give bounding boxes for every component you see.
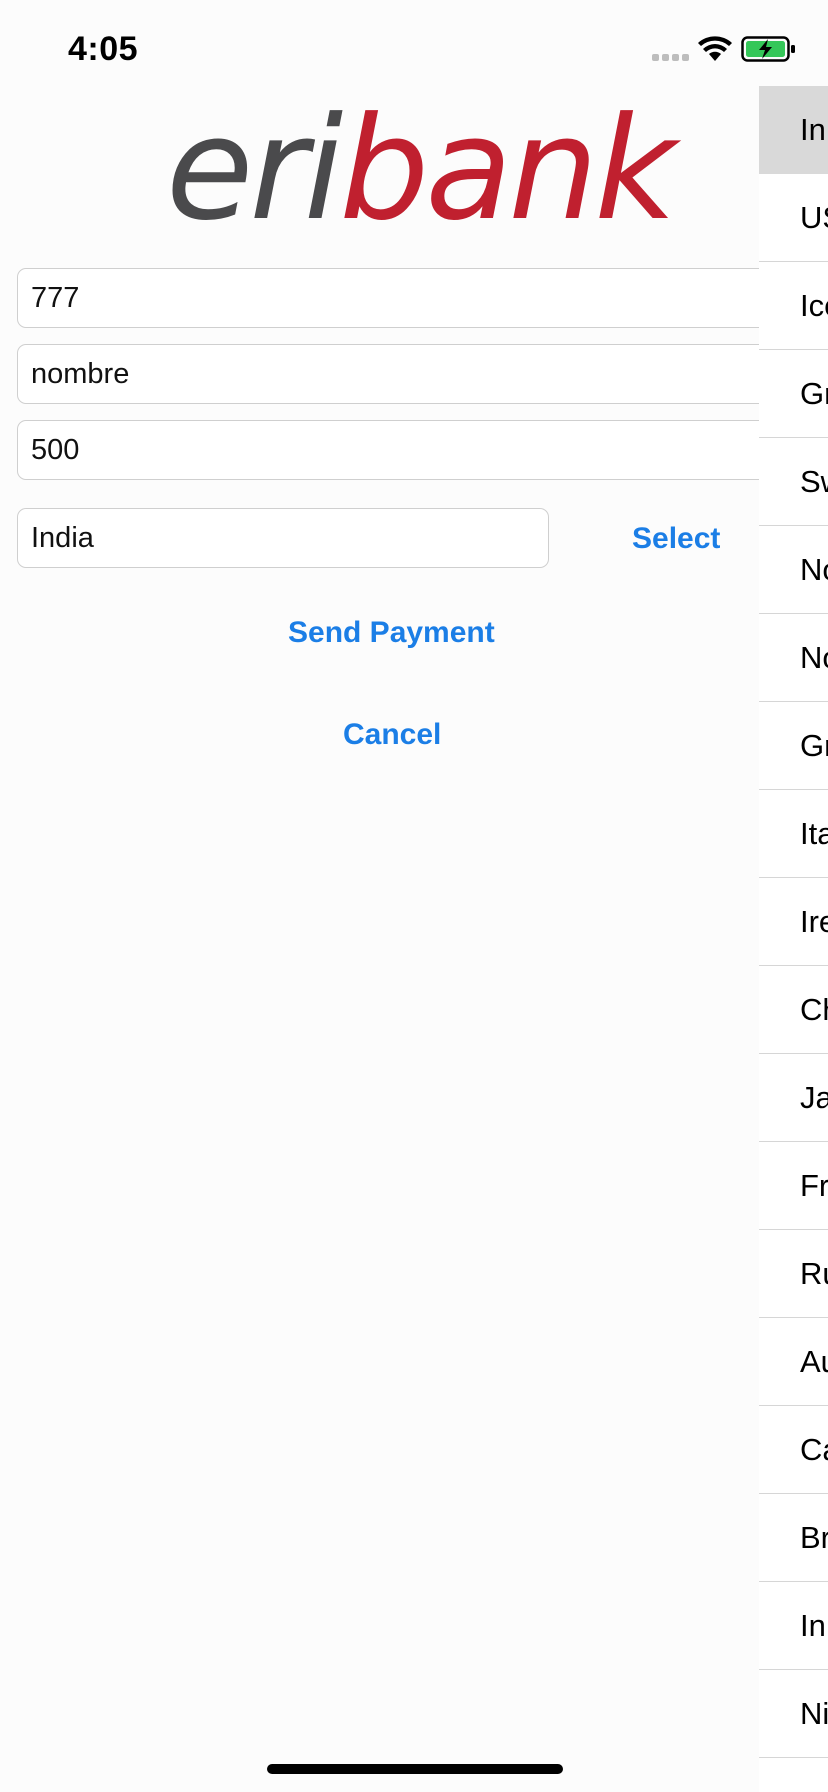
country-list-item[interactable]: Ita xyxy=(759,790,828,878)
cancel-button[interactable]: Cancel xyxy=(343,718,441,752)
country-list-item[interactable]: Ire xyxy=(759,878,828,966)
logo-eri-text: eri xyxy=(166,87,343,252)
country-list-item[interactable]: Br xyxy=(759,1494,828,1582)
wifi-icon xyxy=(698,36,732,61)
country-list-item[interactable]: Ni xyxy=(759,1670,828,1758)
country-list-item[interactable]: Ru xyxy=(759,1230,828,1318)
country-list-item[interactable]: Sw xyxy=(759,438,828,526)
logo-bank-text: bank xyxy=(339,87,676,252)
cellular-signal-icon xyxy=(652,54,689,61)
country-list-item[interactable]: US xyxy=(759,174,828,262)
country-list-item[interactable]: Ja xyxy=(759,1054,828,1142)
send-payment-button[interactable]: Send Payment xyxy=(288,616,495,650)
country-field[interactable] xyxy=(17,508,549,568)
country-list-item[interactable]: Ch xyxy=(759,966,828,1054)
eribank-logo: eribank xyxy=(166,99,677,241)
phone-field[interactable] xyxy=(17,268,817,328)
amount-field[interactable] xyxy=(17,420,817,480)
home-indicator xyxy=(267,1764,563,1774)
country-list-item[interactable]: In xyxy=(759,86,828,174)
battery-charging-icon xyxy=(741,36,795,62)
country-list-item[interactable]: Gr xyxy=(759,350,828,438)
status-time: 4:05 xyxy=(68,30,139,68)
country-list-item[interactable]: No xyxy=(759,526,828,614)
country-list-item[interactable]: Ca xyxy=(759,1406,828,1494)
select-country-button[interactable]: Select xyxy=(632,522,720,556)
country-list-item[interactable]: No xyxy=(759,614,828,702)
name-field[interactable] xyxy=(17,344,817,404)
country-picker-list[interactable]: InUSIceGrSwNoNoGrItaIreChJaFrRuAuCaBrInN… xyxy=(759,86,828,1792)
country-list-item[interactable]: In xyxy=(759,1582,828,1670)
country-list-item[interactable]: Gr xyxy=(759,702,828,790)
payment-screen: 4:05 eribank Select Send Payment Cancel … xyxy=(0,0,828,1792)
country-list-item[interactable]: Fr xyxy=(759,1142,828,1230)
country-list-item[interactable]: Ice xyxy=(759,262,828,350)
country-list-item[interactable]: Au xyxy=(759,1318,828,1406)
status-bar: 4:05 xyxy=(0,0,828,100)
